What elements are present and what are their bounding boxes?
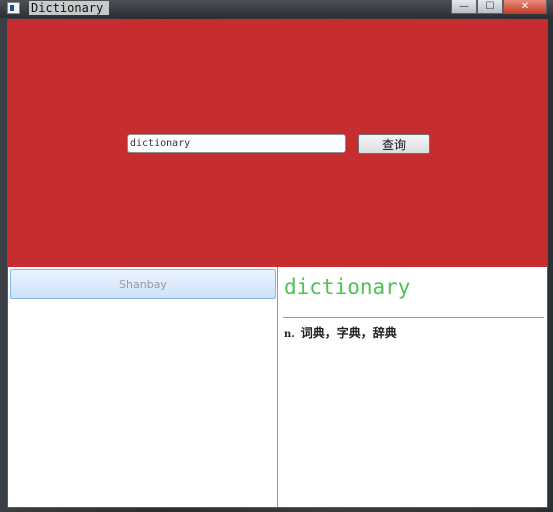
result-word: dictionary — [284, 275, 411, 299]
app-window: Dictionary — ☐ ✕ 查询 Shanbay dicti — [0, 0, 553, 512]
query-button[interactable]: 查询 — [358, 134, 430, 154]
window-controls: — ☐ ✕ — [451, 0, 547, 14]
definition-text: 词典，字典，辞典 — [300, 326, 397, 340]
part-of-speech: n. — [284, 329, 295, 340]
search-input[interactable] — [127, 134, 346, 153]
minimize-button[interactable]: — — [451, 0, 477, 14]
result-panel: dictionary n. 词典，字典，辞典 — [278, 267, 547, 507]
client-area: 查询 Shanbay dictionary n. 词典，字典，辞典 — [7, 19, 548, 508]
title-bar[interactable]: Dictionary — ☐ ✕ — [0, 0, 553, 18]
source-item-shanbay[interactable]: Shanbay — [10, 269, 276, 299]
maximize-button[interactable]: ☐ — [477, 0, 503, 14]
source-item-label: Shanbay — [119, 277, 167, 291]
maximize-icon: ☐ — [485, 1, 495, 12]
query-button-label: 查询 — [381, 137, 406, 152]
search-panel: 查询 — [8, 20, 547, 267]
window-title: Dictionary — [29, 1, 110, 15]
app-icon — [7, 2, 20, 14]
close-button[interactable]: ✕ — [503, 0, 547, 14]
minimize-icon: — — [459, 1, 469, 12]
result-divider — [283, 317, 544, 318]
result-definition: n. 词典，字典，辞典 — [284, 324, 397, 341]
source-list: Shanbay — [8, 267, 278, 507]
close-icon: ✕ — [520, 1, 530, 12]
